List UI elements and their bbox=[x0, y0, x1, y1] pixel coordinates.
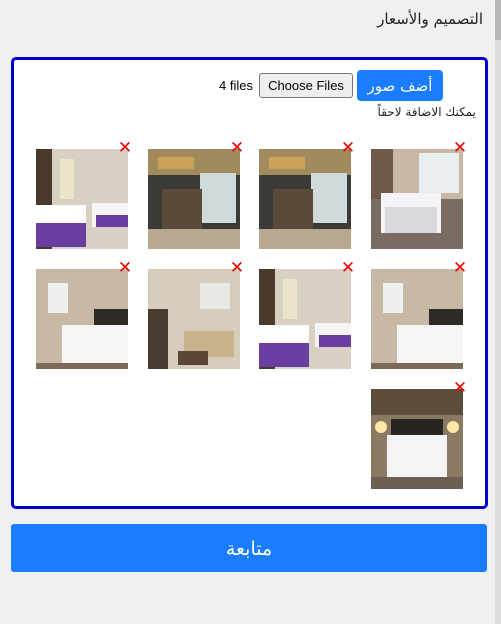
continue-button[interactable]: متابعة bbox=[11, 524, 487, 572]
room-photo bbox=[148, 149, 240, 249]
photo-thumbnail: ✕ bbox=[371, 260, 467, 369]
room-photo bbox=[36, 269, 128, 369]
remove-photo-icon[interactable]: ✕ bbox=[229, 140, 245, 157]
room-photo bbox=[259, 269, 351, 369]
scroll-thumb[interactable] bbox=[495, 0, 501, 40]
remove-photo-icon[interactable]: ✕ bbox=[229, 260, 245, 277]
room-photo bbox=[36, 149, 128, 249]
add-later-hint: يمكنك الاضافة لاحقاً bbox=[377, 105, 476, 119]
photo-thumbnail: ✕ bbox=[371, 140, 467, 249]
photo-thumbnail: ✕ bbox=[371, 380, 467, 489]
remove-photo-icon[interactable]: ✕ bbox=[452, 260, 468, 277]
remove-photo-icon[interactable]: ✕ bbox=[340, 140, 356, 157]
remove-photo-icon[interactable]: ✕ bbox=[117, 260, 133, 277]
photo-thumbnail: ✕ bbox=[148, 140, 244, 249]
room-photo bbox=[371, 149, 463, 249]
remove-photo-icon[interactable]: ✕ bbox=[452, 380, 468, 397]
photo-thumbnail: ✕ bbox=[259, 140, 355, 249]
photo-thumbnail: ✕ bbox=[148, 260, 244, 369]
room-photo bbox=[371, 269, 463, 369]
photo-thumbnail: ✕ bbox=[36, 140, 132, 249]
selected-file-count: 4 files bbox=[219, 78, 253, 93]
photo-thumbnail: ✕ bbox=[259, 260, 355, 369]
room-photo bbox=[148, 269, 240, 369]
image-upload-panel: أضف صور Choose Files 4 files يمكنك الاضا… bbox=[11, 57, 488, 509]
room-photo bbox=[371, 389, 463, 489]
scrollbar[interactable] bbox=[495, 0, 501, 624]
page-title: التصميم والأسعار bbox=[377, 10, 483, 28]
add-photos-button[interactable]: أضف صور bbox=[357, 70, 443, 101]
remove-photo-icon[interactable]: ✕ bbox=[340, 260, 356, 277]
room-photo bbox=[259, 149, 351, 249]
photo-thumbnail: ✕ bbox=[36, 260, 132, 369]
remove-photo-icon[interactable]: ✕ bbox=[117, 140, 133, 157]
choose-files-button[interactable]: Choose Files bbox=[259, 73, 353, 98]
remove-photo-icon[interactable]: ✕ bbox=[452, 140, 468, 157]
